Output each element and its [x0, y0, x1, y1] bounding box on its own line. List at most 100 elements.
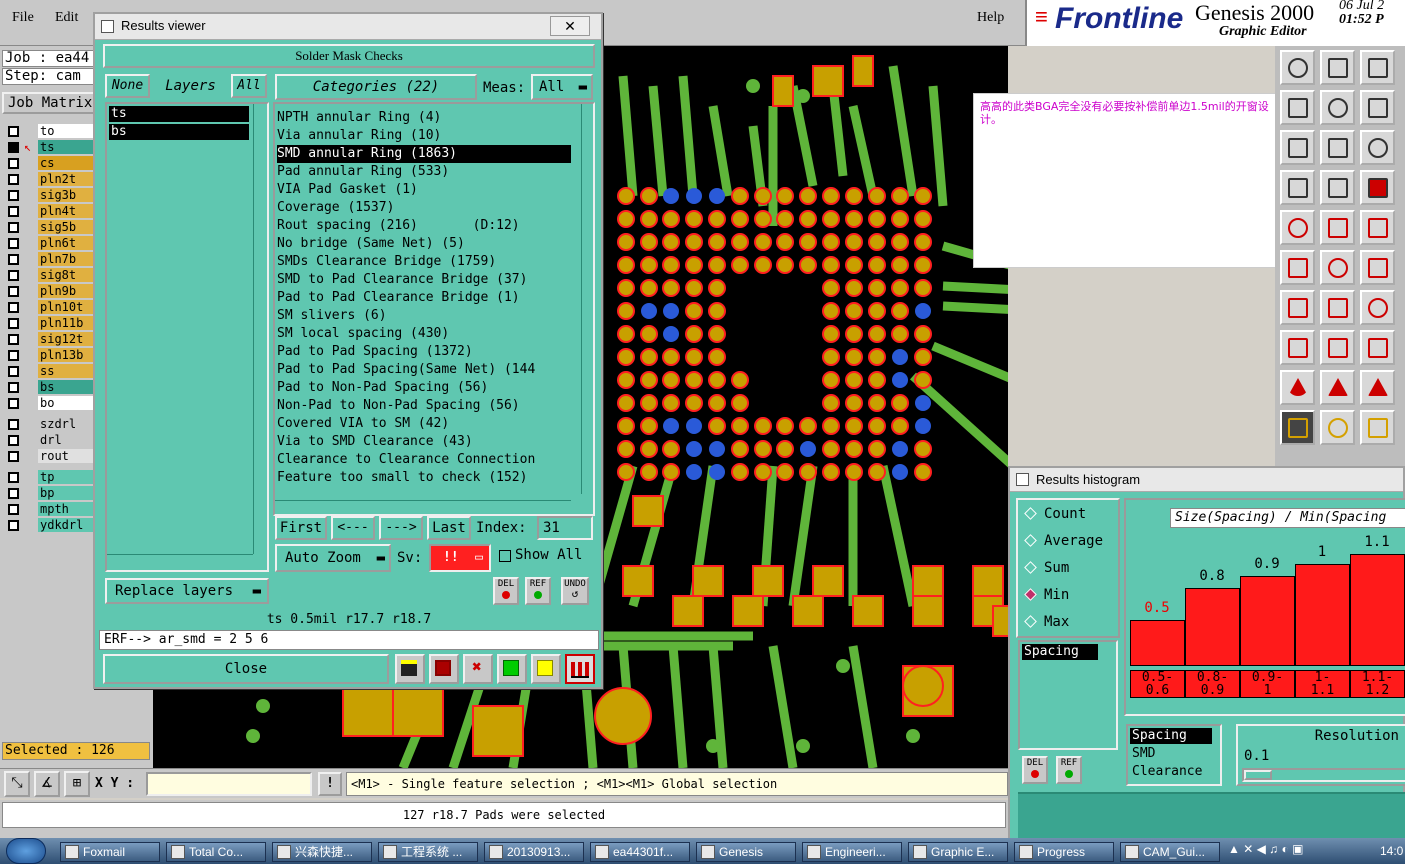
- category-item[interactable]: Non-Pad to Non-Pad Spacing (56): [277, 397, 571, 415]
- layer-row-pln6t[interactable]: pln6t: [4, 236, 94, 251]
- histogram-bar[interactable]: [1240, 576, 1295, 666]
- ruler-icon[interactable]: [1280, 170, 1315, 205]
- none-button[interactable]: None: [105, 74, 150, 98]
- hist-del-button[interactable]: DEL: [1022, 756, 1048, 784]
- category-item[interactable]: VIA Pad Gasket (1): [277, 181, 571, 199]
- pointer-icon[interactable]: [1280, 410, 1315, 445]
- layer-checkbox[interactable]: [8, 286, 19, 297]
- first-button[interactable]: First: [275, 516, 327, 540]
- resolution-slider[interactable]: [1242, 768, 1405, 782]
- category-list-scrollbar[interactable]: [581, 104, 593, 494]
- snap-icon[interactable]: [1280, 210, 1315, 245]
- layer-row-sig8t[interactable]: sig8t: [4, 268, 94, 283]
- replace-layers-dropdown[interactable]: Replace layers ▬: [105, 578, 269, 604]
- layer-checkbox[interactable]: [8, 254, 19, 265]
- layer-checkbox[interactable]: [8, 318, 19, 329]
- del-button[interactable]: DEL: [493, 577, 519, 605]
- layer-checkbox[interactable]: [8, 302, 19, 313]
- undo-button[interactable]: UNDO ↺: [561, 577, 589, 605]
- category-item[interactable]: Pad to Non-Pad Spacing (56): [277, 379, 571, 397]
- severity-dropdown[interactable]: !! ▭: [429, 544, 491, 572]
- fit-icon[interactable]: [1280, 130, 1315, 165]
- triangle-1-icon[interactable]: [1280, 370, 1315, 405]
- category-item[interactable]: Via annular Ring (10): [277, 127, 571, 145]
- show-all-checkbox[interactable]: [499, 550, 511, 562]
- layer-row-pln2t[interactable]: pln2t: [4, 172, 94, 187]
- slider-thumb[interactable]: [1244, 770, 1272, 780]
- layer-row-pln10t[interactable]: pln10t: [4, 300, 94, 315]
- report-tool-2[interactable]: [429, 654, 459, 684]
- taskbar-item[interactable]: Total Co...: [166, 842, 266, 862]
- layer-checkbox[interactable]: [8, 142, 19, 153]
- layer-checkbox[interactable]: [8, 126, 19, 137]
- category-item[interactable]: SMD to Pad Clearance Bridge (37): [277, 271, 571, 289]
- report-tool-4[interactable]: [497, 654, 527, 684]
- layer-checkbox[interactable]: [8, 334, 19, 345]
- category-item[interactable]: Via to SMD Clearance (43): [277, 433, 571, 451]
- taskbar-item[interactable]: Foxmail: [60, 842, 160, 862]
- category-item[interactable]: No bridge (Same Net) (5): [277, 235, 571, 253]
- triangle-2-icon[interactable]: [1320, 370, 1355, 405]
- grid-icon[interactable]: ⊞: [64, 771, 90, 797]
- layer-row-ss[interactable]: ss: [4, 364, 94, 379]
- taskbar-item[interactable]: 20130913...: [484, 842, 584, 862]
- next-button[interactable]: --->: [379, 516, 423, 540]
- pointer-net-icon[interactable]: [1360, 410, 1395, 445]
- histogram-chart[interactable]: Size(Spacing) / Min(Spacing 0.5 0.5- 0.6 0…: [1124, 498, 1405, 716]
- layer-row-mpth[interactable]: mpth: [4, 502, 94, 517]
- layer-row-sig5b[interactable]: sig5b: [4, 220, 94, 235]
- vector-icon[interactable]: [1360, 250, 1395, 285]
- layer-checkbox[interactable]: [8, 158, 19, 169]
- connect-icon[interactable]: [1280, 250, 1315, 285]
- pointer-box-icon[interactable]: [1320, 410, 1355, 445]
- report-tool-3[interactable]: ✖: [463, 654, 493, 684]
- layer-row-cs[interactable]: cs: [4, 156, 94, 171]
- taskbar-item[interactable]: 工程系统 ...: [378, 842, 478, 862]
- layer-checkbox[interactable]: [8, 398, 19, 409]
- rotate-icon[interactable]: [1360, 290, 1395, 325]
- index-input[interactable]: 31: [537, 516, 593, 540]
- taskbar-item[interactable]: Genesis: [696, 842, 796, 862]
- category-item[interactable]: SMD annular Ring (1863): [277, 145, 571, 163]
- histogram-bar[interactable]: [1295, 564, 1350, 666]
- auto-zoom-dropdown[interactable]: Auto Zoom ▬: [275, 544, 391, 572]
- taskbar-item[interactable]: 兴森快捷...: [272, 842, 372, 862]
- layer-row-pln7b[interactable]: pln7b: [4, 252, 94, 267]
- layer-row-pln13b[interactable]: pln13b: [4, 348, 94, 363]
- category-item[interactable]: Pad to Pad Spacing(Same Net) (144: [277, 361, 571, 379]
- layer-row-rout[interactable]: rout: [4, 449, 94, 464]
- layer-row-bs[interactable]: bs: [4, 380, 94, 395]
- all-button[interactable]: All: [231, 74, 267, 98]
- layer-row-tp[interactable]: tp: [4, 470, 94, 485]
- layer-checkbox[interactable]: [8, 451, 19, 462]
- layer-checkbox[interactable]: [8, 419, 19, 430]
- layer-checkbox[interactable]: [8, 504, 19, 515]
- category-item[interactable]: Pad to Pad Clearance Bridge (1): [277, 289, 571, 307]
- zoom-icon[interactable]: [1320, 130, 1355, 165]
- metric-item-smd[interactable]: SMD: [1130, 746, 1155, 761]
- layer-compare-icon[interactable]: [1360, 170, 1395, 205]
- angle-icon[interactable]: ∡: [34, 771, 60, 797]
- pan-right-icon[interactable]: [1320, 90, 1355, 125]
- line-tool-icon[interactable]: [1280, 290, 1315, 325]
- start-button-icon[interactable]: [6, 838, 46, 864]
- undo-view-icon[interactable]: [1360, 90, 1395, 125]
- menu-edit[interactable]: Edit: [55, 10, 78, 26]
- metric-item-spacing[interactable]: Spacing: [1130, 728, 1212, 744]
- close-button[interactable]: Close: [103, 654, 389, 684]
- layer-list-scrollbar[interactable]: [253, 104, 265, 554]
- grid-view-icon[interactable]: [1320, 170, 1355, 205]
- layer-row-pln4t[interactable]: pln4t: [4, 204, 94, 219]
- categories-button[interactable]: Categories (22): [275, 74, 477, 100]
- layer-checkbox[interactable]: [8, 190, 19, 201]
- last-button[interactable]: Last: [427, 516, 471, 540]
- home-icon[interactable]: [1360, 50, 1395, 85]
- layer-checkbox[interactable]: [8, 222, 19, 233]
- layer-item-ts[interactable]: ts: [109, 106, 249, 122]
- layer-row-drl[interactable]: drl: [4, 433, 94, 448]
- layer-list-hscrollbar[interactable]: [107, 554, 253, 566]
- layer-checkbox[interactable]: [8, 382, 19, 393]
- layer-checkbox[interactable]: [8, 270, 19, 281]
- layer-row-ts[interactable]: ↖ ts: [4, 140, 94, 155]
- layer-select-list[interactable]: ts bs: [105, 102, 269, 572]
